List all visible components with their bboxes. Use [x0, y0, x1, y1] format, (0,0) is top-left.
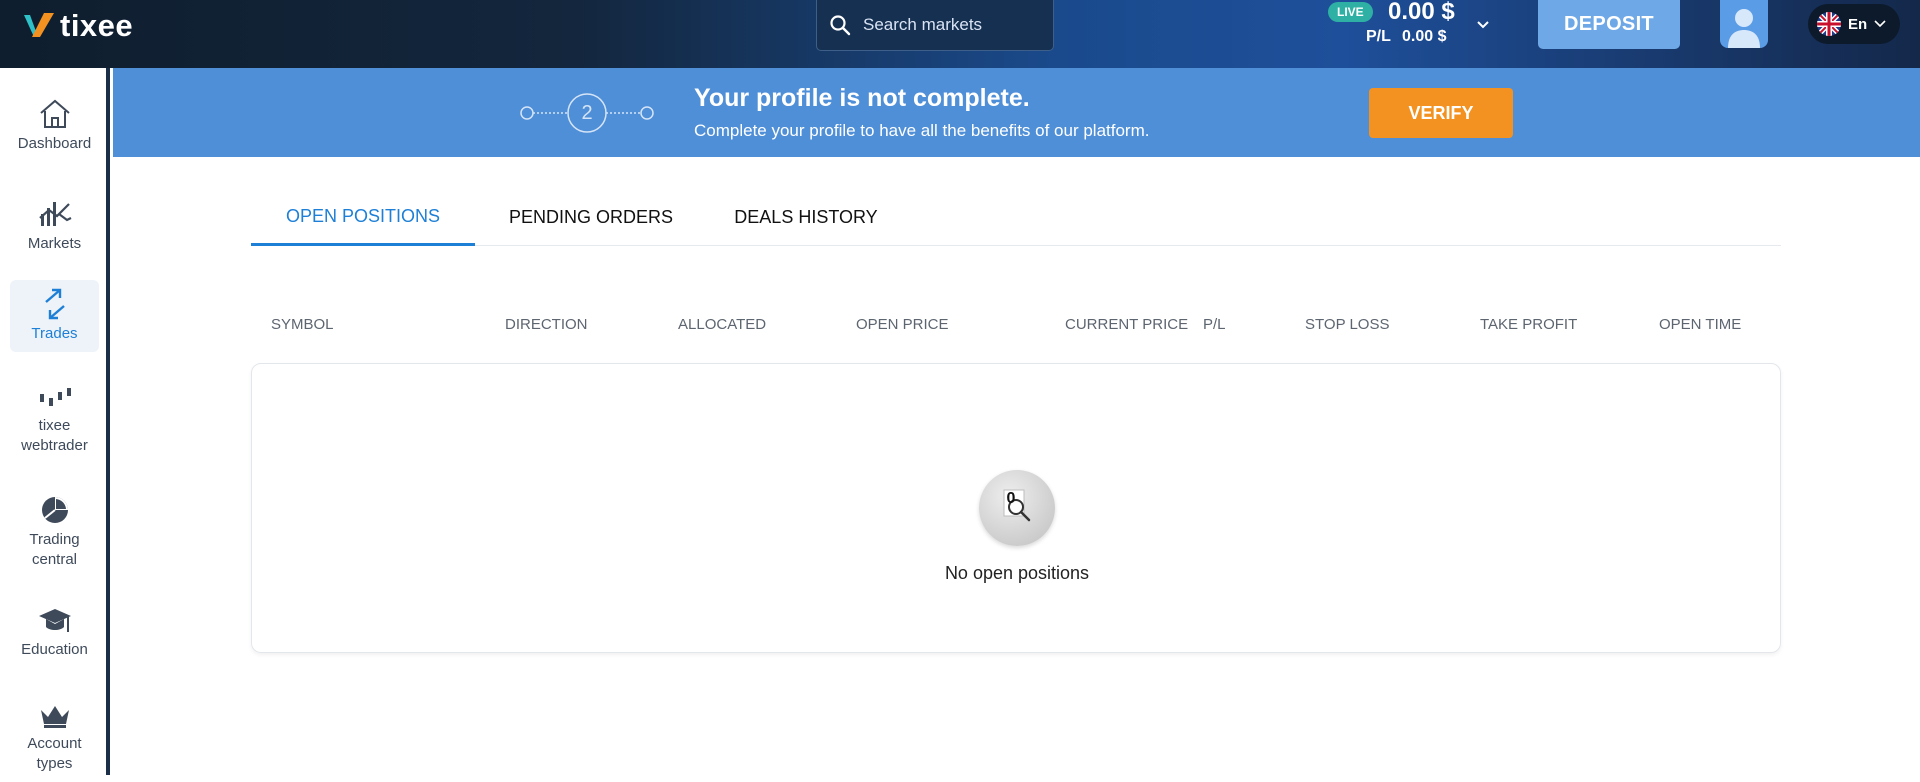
live-badge: LIVE [1328, 2, 1373, 22]
positions-tabs: OPEN POSITIONS PENDING ORDERS DEALS HIST… [251, 190, 1781, 246]
column-direction[interactable]: DIRECTION [505, 316, 588, 333]
chevron-down-icon [1874, 20, 1886, 28]
top-bar: tixee LIVE 0.00 $ P/L 0.00 $ DEPOSIT [0, 0, 1920, 68]
column-stop-loss[interactable]: STOP LOSS [1305, 316, 1390, 333]
sidebar-item-label: Account types [27, 735, 82, 772]
home-icon [39, 99, 70, 128]
chart-icon [38, 202, 71, 226]
column-open-time[interactable]: OPEN TIME [1659, 316, 1741, 333]
search-document-icon [1003, 489, 1031, 522]
banner-subtitle: Complete your profile to have all the be… [694, 121, 1150, 140]
tab-deals-history[interactable]: DEALS HISTORY [721, 190, 891, 245]
deposit-button[interactable]: DEPOSIT [1538, 0, 1680, 49]
chevron-down-icon[interactable] [1474, 16, 1492, 34]
profile-incomplete-banner: 2 Your profile is not complete. Complete… [113, 68, 1920, 157]
step-number: 2 [581, 102, 593, 124]
sidebar-item-label: tixee webtrader [21, 417, 88, 454]
graduation-cap-icon [38, 609, 71, 632]
balance-amount: 0.00 $ [1388, 0, 1455, 25]
uk-flag-icon [1817, 12, 1841, 36]
user-icon [1728, 9, 1760, 48]
empty-state-badge: 0 [1006, 490, 1016, 507]
column-pl[interactable]: P/L [1203, 316, 1226, 333]
logo[interactable]: tixee [22, 8, 133, 44]
positions-table-header: SYMBOL DIRECTION ALLOCATED OPEN PRICE CU… [251, 310, 1781, 340]
pie-chart-icon [41, 497, 68, 523]
banner-title: Your profile is not complete. [694, 84, 1030, 112]
positions-table-body: 0 No open positions [251, 363, 1781, 653]
sidebar-item-label: Trades [31, 325, 78, 342]
avatar[interactable] [1720, 0, 1768, 48]
sidebar-item-label: Trading central [29, 531, 80, 568]
search-icon [830, 15, 851, 36]
sidebar-item-markets[interactable]: Markets [10, 198, 99, 260]
logo-mark-icon [24, 13, 54, 37]
column-open-price[interactable]: OPEN PRICE [856, 316, 949, 333]
pl-amount: 0.00 $ [1402, 28, 1447, 45]
logo-text: tixee [60, 8, 134, 43]
sidebar-item-trades[interactable]: Trades [10, 280, 99, 352]
trades-arrows-icon [44, 288, 65, 320]
sidebar: Dashboard Markets Trades tixee webtrader [0, 68, 110, 775]
sidebar-item-trading-central[interactable]: Trading central [10, 494, 99, 574]
sidebar-item-label: Dashboard [17, 135, 92, 152]
language-selector[interactable]: En [1808, 4, 1900, 44]
sidebar-item-dashboard[interactable]: Dashboard [10, 98, 99, 168]
search-box[interactable] [816, 0, 1054, 51]
sidebar-item-label: Markets [27, 235, 82, 252]
language-code: En [1848, 15, 1868, 33]
column-current-price[interactable]: CURRENT PRICE [1065, 316, 1188, 333]
column-take-profit[interactable]: TAKE PROFIT [1480, 316, 1577, 333]
tab-pending-orders[interactable]: PENDING ORDERS [501, 190, 681, 245]
search-input[interactable] [863, 15, 1033, 35]
empty-state-message: No open positions [944, 563, 1090, 583]
balance-summary[interactable]: LIVE 0.00 $ P/L 0.00 $ [1328, 0, 1478, 60]
column-symbol[interactable]: SYMBOL [271, 316, 334, 333]
pl-label: P/L [1366, 28, 1391, 45]
crown-icon [40, 706, 69, 728]
sidebar-item-education[interactable]: Education [10, 606, 99, 668]
sidebar-item-webtrader[interactable]: tixee webtrader [10, 384, 99, 464]
candlestick-icon [39, 388, 71, 406]
sidebar-item-account-types[interactable]: Account types [10, 702, 99, 782]
tab-open-positions[interactable]: OPEN POSITIONS [251, 190, 475, 246]
empty-state-icon: 0 [979, 470, 1055, 546]
verify-button[interactable]: VERIFY [1369, 88, 1513, 138]
sidebar-item-label: Education [21, 641, 88, 658]
column-allocated[interactable]: ALLOCATED [678, 316, 766, 333]
